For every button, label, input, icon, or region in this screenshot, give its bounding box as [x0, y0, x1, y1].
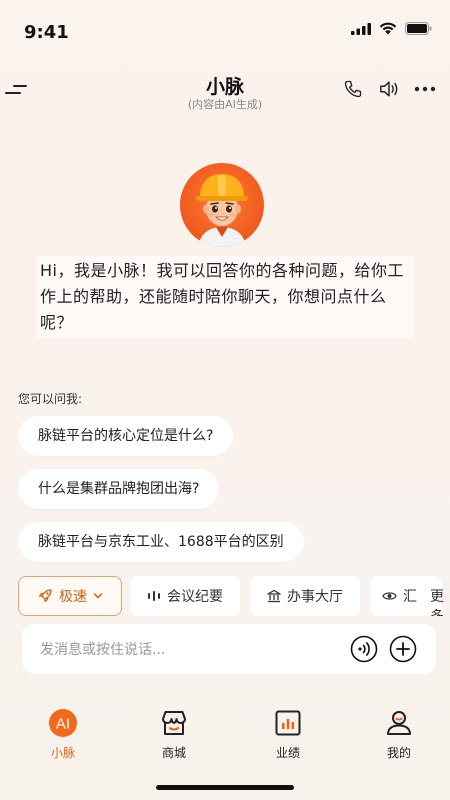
- meeting-minutes-label: 会议纪要: [167, 589, 223, 605]
- greeting-message: Hi，我是小脉！我可以回答你的各种问题，给你工作上的帮助，还能随时陪你聊天，你想…: [36, 256, 414, 338]
- service-hall-label: 办事大厅: [287, 589, 343, 605]
- voice-icon: [350, 635, 378, 663]
- call-button[interactable]: [342, 78, 364, 100]
- wifi-icon: [379, 22, 397, 35]
- speed-mode-label: 极速: [59, 589, 87, 605]
- phone-icon: [344, 80, 362, 98]
- suggestion-item[interactable]: 脉链平台与京东工业、1688平台的区别: [18, 522, 304, 562]
- ai-icon: AI: [46, 706, 80, 740]
- home-indicator: [156, 785, 294, 790]
- report-label: 汇: [403, 589, 417, 605]
- suggestions-label: 您可以问我:: [18, 392, 83, 406]
- status-icons: [351, 22, 432, 35]
- more-chip[interactable]: 更多: [430, 586, 450, 616]
- rocket-icon: [38, 589, 52, 603]
- bottom-tab-bar: AI 小脉 商城 业绩 我的: [0, 700, 450, 766]
- more-button[interactable]: [414, 78, 436, 100]
- speed-mode-chip[interactable]: 极速: [18, 576, 122, 616]
- status-time: 9:41: [24, 22, 69, 43]
- status-bar: 9:41: [0, 0, 450, 54]
- building-icon: [267, 589, 281, 603]
- tab-label: 小脉: [50, 746, 75, 760]
- more-icon: [414, 86, 436, 92]
- eye-icon: [382, 592, 397, 600]
- service-hall-chip[interactable]: 办事大厅: [250, 576, 360, 616]
- suggestion-item[interactable]: 什么是集群品牌抱团出海?: [18, 469, 220, 509]
- battery-icon: [405, 22, 432, 35]
- tab-performance[interactable]: 业绩: [248, 700, 328, 761]
- message-input-placeholder: 发消息或按住说话...: [40, 642, 166, 658]
- tab-label: 业绩: [275, 746, 300, 760]
- quick-action-chips: 极速 会议纪要 办事大厅 汇 更多: [18, 576, 450, 616]
- worker-avatar-icon: [196, 174, 248, 247]
- message-input[interactable]: 发消息或按住说话...: [22, 624, 436, 674]
- header-actions: [342, 78, 436, 100]
- tab-xiaomai[interactable]: AI 小脉: [23, 700, 103, 761]
- assistant-avatar: [180, 163, 264, 247]
- tab-store[interactable]: 商城: [134, 700, 214, 761]
- tab-label: 商城: [161, 746, 186, 760]
- store-icon: [157, 706, 191, 740]
- svg-text:AI: AI: [56, 716, 70, 733]
- suggestion-item[interactable]: 脉链平台的核心定位是什么?: [18, 416, 234, 456]
- sound-button[interactable]: [378, 78, 400, 100]
- tab-profile[interactable]: 我的: [359, 700, 439, 761]
- chart-icon: [271, 706, 305, 740]
- chat-header: 小脉 (内容由AI生成): [0, 66, 450, 116]
- add-button[interactable]: [389, 635, 417, 663]
- plus-icon: [389, 635, 417, 663]
- chevron-down-icon: [93, 593, 103, 599]
- meeting-minutes-chip[interactable]: 会议纪要: [130, 576, 240, 616]
- voice-button[interactable]: [350, 635, 378, 663]
- speaker-icon: [380, 81, 398, 97]
- cellular-signal-icon: [351, 22, 371, 35]
- profile-icon: [382, 706, 416, 740]
- tab-label: 我的: [386, 746, 411, 760]
- audio-bars-icon: [148, 591, 160, 601]
